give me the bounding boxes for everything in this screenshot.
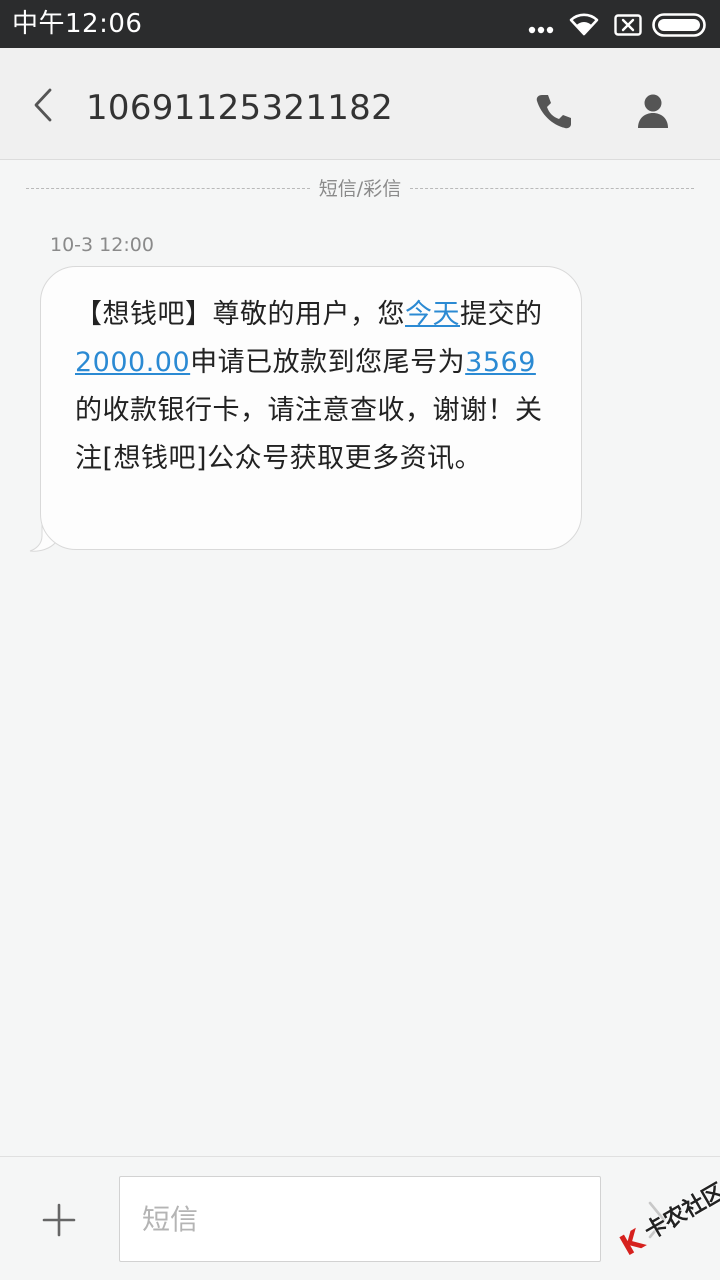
date-link[interactable]: 今天 [405, 299, 460, 330]
amount-link[interactable]: 2000.00 [75, 347, 190, 378]
sim-off-icon [614, 14, 642, 36]
wifi-icon [569, 13, 599, 36]
message-timestamp: 10-3 12:00 [50, 234, 154, 256]
back-icon[interactable] [26, 86, 60, 124]
watermark-text: 卡农社区 [640, 1179, 720, 1245]
sms-input[interactable] [119, 1176, 601, 1262]
divider-line-left [26, 188, 310, 189]
message-text-segment: 的收款银行卡，请注意查收，谢谢！关注[想钱吧]公众号获取更多资讯。 [75, 395, 543, 474]
channel-divider: 短信/彩信 [26, 176, 694, 202]
more-dots-icon [528, 26, 554, 34]
add-icon[interactable] [40, 1201, 78, 1239]
contact-icon[interactable] [632, 90, 674, 132]
message-text-segment: 申请已放款到您尾号为 [190, 347, 466, 378]
contact-number: 10691125321182 [86, 88, 394, 128]
card-number-link[interactable]: 3569 [465, 347, 536, 378]
message-text-segment: 【想钱吧】尊敬的用户，您 [75, 299, 405, 330]
message-text: 【想钱吧】尊敬的用户，您今天提交的 2000.00申请已放款到您尾号为3569 的收… [75, 291, 555, 483]
divider-line-right [410, 188, 694, 189]
phone-icon[interactable] [532, 90, 574, 132]
battery-icon [652, 13, 706, 37]
message-bubble[interactable]: 【想钱吧】尊敬的用户，您今天提交的 2000.00申请已放款到您尾号为3569 的收… [40, 266, 582, 550]
message-text-segment: 提交的 [460, 299, 543, 330]
status-bar: 中午12:06 [0, 0, 720, 48]
channel-label: 短信/彩信 [318, 178, 402, 200]
conversation-header: 10691125321182 [0, 48, 720, 160]
status-time: 中午12:06 [12, 9, 143, 39]
